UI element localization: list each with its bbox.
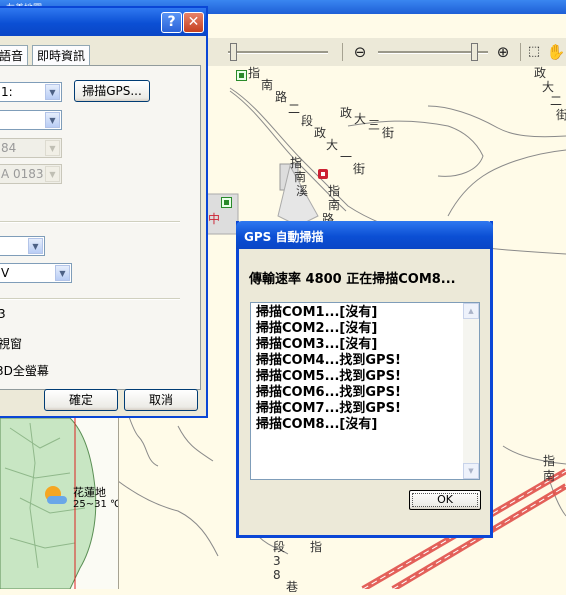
map-label: 指 <box>310 540 323 554</box>
map-label: 段 <box>301 114 314 128</box>
map-label: 指 <box>248 66 261 80</box>
map-label: 南 <box>328 198 341 212</box>
poi-icon <box>236 70 247 81</box>
port-select-value: 1: <box>1 85 13 99</box>
toolbar-separator <box>342 43 343 61</box>
chevron-down-icon[interactable]: ▼ <box>45 112 60 128</box>
map-label: 大 <box>354 112 367 126</box>
gps-ok-button[interactable]: OK <box>409 490 481 510</box>
map-label: 指南 <box>543 454 556 483</box>
zoom-in-icon[interactable]: ⊕ <box>493 42 513 62</box>
map-label: 政 <box>314 126 327 140</box>
ok-button[interactable]: 確定 <box>44 389 118 411</box>
hand-tool-icon[interactable]: ✋ <box>546 42 566 62</box>
log-line: 掃描COM8...[沒有] <box>256 417 378 432</box>
gps-dialog-title: GPS 自動掃描 <box>244 230 324 244</box>
map-label: 路 <box>275 90 288 104</box>
option-window[interactable]: 視窗 <box>0 335 22 352</box>
map-label: 二 <box>550 94 563 108</box>
map-label: 溪 <box>296 184 309 198</box>
map-label: 段 <box>273 540 286 554</box>
map-label: 三 <box>368 118 381 132</box>
map-label: 南 <box>261 78 274 92</box>
log-line: 掃描COM6...找到GPS! <box>256 385 401 400</box>
log-line: 掃描COM2...[沒有] <box>256 321 378 336</box>
settings-tab-panel: 1: ▼ 掃描GPS... ▼ 84 ▼ A 0183 ▼ ▼ V ▼ 3 視窗… <box>0 65 201 390</box>
time-slider-thumb[interactable] <box>230 43 237 61</box>
map-label: 政 <box>340 106 353 120</box>
help-button[interactable]: ? <box>161 12 182 33</box>
weather-place: 花蓮地 <box>73 486 106 499</box>
baud-select[interactable]: ▼ <box>0 110 62 130</box>
map-label: 巷 <box>286 580 299 594</box>
scan-log-list[interactable]: 掃描COM1...[沒有] 掃描COM2...[沒有] 掃描COM3...[沒有… <box>250 302 480 480</box>
map-label: 街 <box>353 162 366 176</box>
cloud-icon <box>47 496 67 504</box>
scroll-up-icon[interactable]: ▲ <box>463 303 479 319</box>
toolbar-separator <box>520 43 521 61</box>
log-line: 掃描COM5...找到GPS! <box>256 369 401 384</box>
map-label: 3 <box>273 554 281 568</box>
chevron-down-icon[interactable]: ▼ <box>45 84 60 100</box>
map-label: 大 <box>542 80 555 94</box>
settings-titlebar: ? ✕ <box>0 8 206 36</box>
chevron-down-icon: ▼ <box>45 140 60 156</box>
map-label: 街 <box>556 108 566 122</box>
poi-icon <box>221 197 232 208</box>
divider <box>0 221 180 223</box>
tab-voice[interactable]: 語音 <box>0 45 29 66</box>
map-label: 指 <box>290 156 303 170</box>
gps-scan-dialog: GPS 自動掃描 傳輸速率 4800 正在掃描COM8... 掃描COM1...… <box>236 221 493 538</box>
scroll-down-icon[interactable]: ▼ <box>463 463 479 479</box>
divider <box>0 298 180 300</box>
disabled-select-1: 84 ▼ <box>0 138 62 158</box>
tab-realtime-info[interactable]: 即時資訊 <box>32 45 91 66</box>
scan-gps-button[interactable]: 掃描GPS... <box>74 80 150 102</box>
select-6[interactable]: V ▼ <box>0 263 72 283</box>
settings-dialog: ? ✕ 語音 即時資訊 1: ▼ 掃描GPS... ▼ 84 ▼ A 0183 … <box>0 6 208 418</box>
gps-dialog-titlebar: GPS 自動掃描 <box>236 221 493 249</box>
option-3d-fullscreen[interactable]: 3D全螢幕 <box>0 362 49 379</box>
chevron-down-icon: ▼ <box>45 166 60 182</box>
weather-temperature: 25~31 ℃ <box>73 499 119 510</box>
log-line: 掃描COM7...找到GPS! <box>256 401 401 416</box>
log-scrollbar[interactable]: ▲ ▼ <box>463 303 479 479</box>
log-line: 掃描COM3...[沒有] <box>256 337 378 352</box>
select-tool-icon[interactable]: ⬚ <box>524 42 544 62</box>
location-pin-icon <box>318 169 328 179</box>
time-slider[interactable] <box>228 51 328 54</box>
log-line: 掃描COM4...找到GPS! <box>256 353 401 368</box>
log-line: 掃描COM1...[沒有] <box>256 305 378 320</box>
select-5[interactable]: ▼ <box>0 236 45 256</box>
mini-map[interactable]: 花蓮地 25~31 ℃ <box>0 418 119 589</box>
close-button[interactable]: ✕ <box>183 12 204 33</box>
port-select[interactable]: 1: ▼ <box>0 82 62 102</box>
zoom-out-icon[interactable]: ⊖ <box>350 42 370 62</box>
map-label: 8 <box>273 568 281 582</box>
option-1[interactable]: 3 <box>0 307 6 321</box>
disabled-select-2-value: A 0183 <box>1 167 44 181</box>
disabled-select-2: A 0183 ▼ <box>0 164 62 184</box>
chevron-down-icon[interactable]: ▼ <box>55 265 70 281</box>
settings-tabs: 語音 即時資訊 <box>0 44 206 66</box>
disabled-select-1-value: 84 <box>1 141 17 155</box>
map-label: 政 <box>534 66 547 80</box>
zoom-slider-thumb[interactable] <box>471 43 478 61</box>
map-label: 中 <box>208 212 221 226</box>
scan-status: 傳輸速率 4800 正在掃描COM8... <box>249 272 456 287</box>
map-label: 一 <box>340 150 353 164</box>
select-6-value: V <box>1 266 10 280</box>
map-label: 大 <box>326 138 339 152</box>
map-toolbar: ⊖ ⊕ ⬚ ✋ <box>208 38 566 67</box>
map-label: 指 <box>328 184 341 198</box>
cancel-button[interactable]: 取消 <box>124 389 198 411</box>
map-label: 街 <box>382 126 395 140</box>
map-label: 南 <box>294 170 307 184</box>
chevron-down-icon[interactable]: ▼ <box>28 238 43 254</box>
map-label: 二 <box>288 102 301 116</box>
